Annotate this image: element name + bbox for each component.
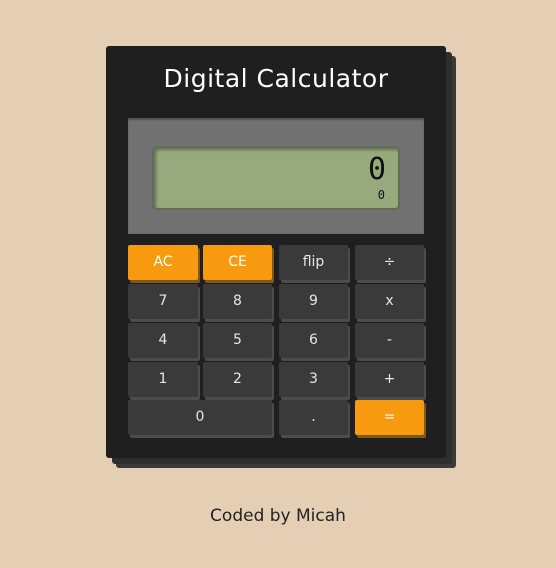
digit-7-button[interactable]: 7 [128, 284, 198, 319]
multiply-button[interactable]: x [355, 284, 424, 319]
digit-4-button[interactable]: 4 [128, 323, 198, 358]
lcd-screen: 0 0 [152, 146, 400, 210]
clear-entry-button[interactable]: CE [203, 245, 272, 280]
keypad: AC CE flip ÷ 7 8 9 x 4 5 6 - 1 2 3 + 0 .… [128, 245, 428, 439]
digit-0-button[interactable]: 0 [128, 400, 272, 435]
flip-sign-button[interactable]: flip [279, 245, 348, 280]
decimal-button[interactable]: . [279, 400, 348, 435]
display-sub-value: 0 [377, 188, 385, 202]
digit-1-button[interactable]: 1 [128, 362, 198, 397]
divide-button[interactable]: ÷ [355, 245, 424, 280]
digit-2-button[interactable]: 2 [203, 362, 272, 397]
digit-5-button[interactable]: 5 [203, 323, 272, 358]
calculator-title: Digital Calculator [163, 64, 389, 93]
display-main-value: 0 [367, 152, 386, 187]
digit-6-button[interactable]: 6 [279, 323, 348, 358]
clear-all-button[interactable]: AC [128, 245, 198, 280]
digit-8-button[interactable]: 8 [203, 284, 272, 319]
display-panel: 0 0 [128, 118, 424, 234]
minus-button[interactable]: - [355, 323, 424, 358]
digit-9-button[interactable]: 9 [279, 284, 348, 319]
footer-credit: Coded by Micah [210, 506, 346, 526]
equals-button[interactable]: = [355, 400, 424, 435]
digit-3-button[interactable]: 3 [279, 362, 348, 397]
calculator: Digital Calculator 0 0 AC CE flip ÷ 7 8 … [106, 46, 446, 458]
plus-button[interactable]: + [355, 362, 424, 397]
